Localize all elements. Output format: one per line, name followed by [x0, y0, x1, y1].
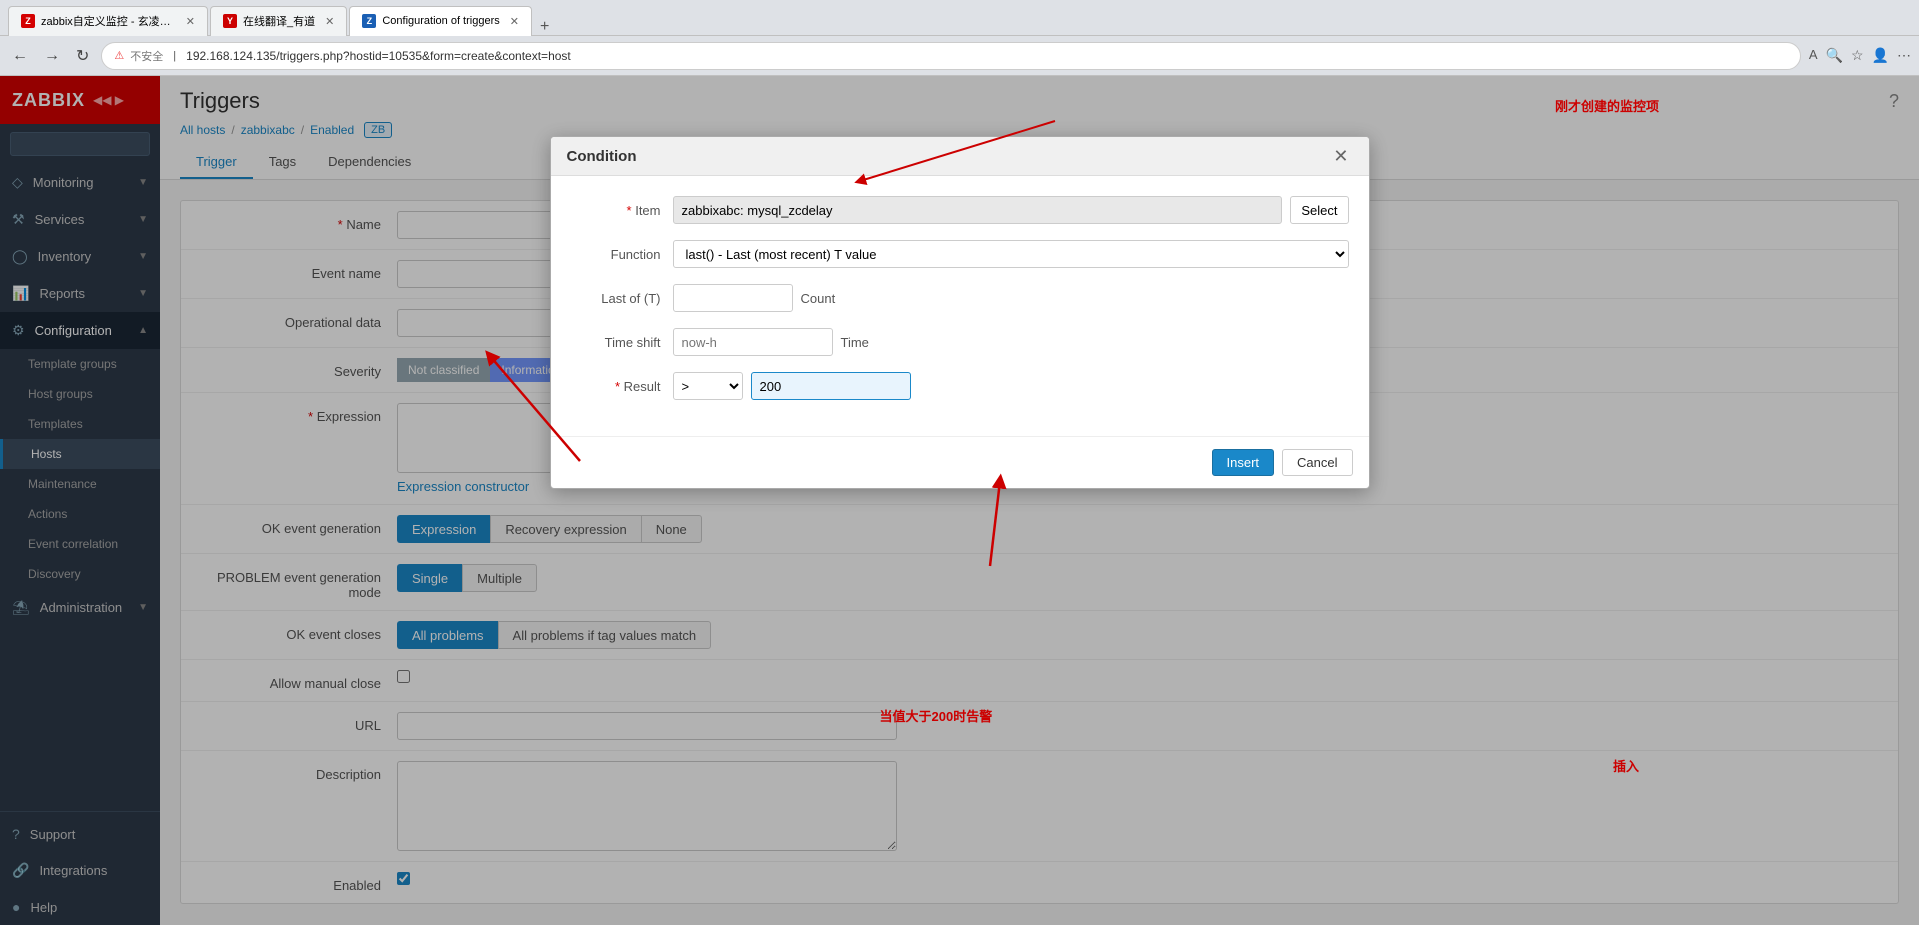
tab2-close[interactable]: ✕	[325, 15, 334, 28]
modal-close-button[interactable]: ✕	[1329, 147, 1352, 165]
modal-result-label: Result	[571, 379, 661, 394]
count-label: Count	[801, 291, 836, 306]
new-tab-button[interactable]: +	[534, 18, 555, 36]
modal-row-timeshift: Time shift Time	[571, 328, 1349, 356]
lock-icon: ⚠	[114, 49, 124, 62]
modal-last-input[interactable]	[673, 284, 793, 312]
time-label: Time	[841, 335, 869, 350]
modal-last-control: Count	[673, 284, 1349, 312]
browser-tab-3[interactable]: Z Configuration of triggers ✕	[349, 6, 532, 36]
tab2-favicon: Y	[223, 14, 237, 28]
menu-icon[interactable]: ⋯	[1897, 47, 1911, 64]
modal-item-input[interactable]: zabbixabc: mysql_zcdelay	[673, 196, 1283, 224]
modal-row-item: Item zabbixabc: mysql_zcdelay Select	[571, 196, 1349, 224]
modal-result-control: > >= = < <= ≠	[673, 372, 1349, 400]
modal-function-control: last() - Last (most recent) T value	[673, 240, 1349, 268]
modal-function-select[interactable]: last() - Last (most recent) T value	[673, 240, 1349, 268]
annotation-new-monitor: 刚才创建的监控项	[1555, 96, 1659, 115]
refresh-button[interactable]: ↻	[72, 44, 93, 68]
forward-button[interactable]: →	[40, 45, 64, 67]
tab3-favicon: Z	[362, 14, 376, 28]
translate-icon[interactable]: A	[1809, 47, 1818, 64]
modal-cancel-button[interactable]: Cancel	[1282, 449, 1352, 476]
tab3-title: Configuration of triggers	[382, 15, 499, 27]
pipe-sep: |	[173, 50, 176, 62]
star-icon[interactable]: ☆	[1851, 47, 1864, 64]
modal-insert-button[interactable]: Insert	[1212, 449, 1275, 476]
modal-body: Item zabbixabc: mysql_zcdelay Select Fun…	[551, 176, 1369, 436]
modal-row-result: Result > >= = < <= ≠	[571, 372, 1349, 400]
modal-timeshift-label: Time shift	[571, 335, 661, 350]
modal-result-operator-select[interactable]: > >= = < <= ≠	[673, 372, 743, 400]
modal-item-control: zabbixabc: mysql_zcdelay Select	[673, 196, 1349, 224]
profile-icon[interactable]: 👤	[1872, 47, 1889, 64]
browser-chrome: Z zabbix自定义监控 - 玄凌道人 ✕ Y 在线翻译_有道 ✕ Z Con…	[0, 0, 1919, 36]
modal-overlay: Condition ✕ Item zabbixabc: mysql_zcdela…	[0, 76, 1919, 925]
modal-title: Condition	[567, 148, 637, 165]
browser-tabs: Z zabbix自定义监控 - 玄凌道人 ✕ Y 在线翻译_有道 ✕ Z Con…	[8, 0, 555, 36]
insecure-label: 不安全	[130, 48, 163, 64]
address-input[interactable]: ⚠ 不安全 | 192.168.124.135/triggers.php?hos…	[101, 42, 1800, 70]
address-bar: ← → ↻ ⚠ 不安全 | 192.168.124.135/triggers.p…	[0, 36, 1919, 76]
modal-result-value-input[interactable]	[751, 372, 911, 400]
annotation-when-200: 当值大于200时告警	[880, 706, 993, 725]
modal-timeshift-input[interactable]	[673, 328, 833, 356]
browser-toolbar: A 🔍 ☆ 👤 ⋯	[1809, 47, 1911, 64]
tab1-title: zabbix自定义监控 - 玄凌道人	[41, 13, 176, 29]
tab3-close[interactable]: ✕	[510, 15, 519, 28]
url-text: 192.168.124.135/triggers.php?hostid=1053…	[186, 49, 571, 63]
browser-tab-1[interactable]: Z zabbix自定义监控 - 玄凌道人 ✕	[8, 6, 208, 36]
modal-row-function: Function last() - Last (most recent) T v…	[571, 240, 1349, 268]
browser-tab-2[interactable]: Y 在线翻译_有道 ✕	[210, 6, 347, 36]
modal-timeshift-control: Time	[673, 328, 1349, 356]
search-icon[interactable]: 🔍	[1826, 47, 1843, 64]
annotation-insert: 插入	[1613, 756, 1639, 775]
modal-footer: Insert Cancel	[551, 436, 1369, 488]
modal-function-label: Function	[571, 247, 661, 262]
tab1-close[interactable]: ✕	[186, 15, 195, 28]
modal-last-label: Last of (T)	[571, 291, 661, 306]
condition-modal: Condition ✕ Item zabbixabc: mysql_zcdela…	[550, 136, 1370, 489]
tab1-favicon: Z	[21, 14, 35, 28]
modal-item-label: Item	[571, 203, 661, 218]
modal-select-button[interactable]: Select	[1290, 196, 1348, 224]
back-button[interactable]: ←	[8, 45, 32, 67]
modal-header: Condition ✕	[551, 137, 1369, 176]
modal-row-last: Last of (T) Count	[571, 284, 1349, 312]
tab2-title: 在线翻译_有道	[243, 13, 315, 29]
